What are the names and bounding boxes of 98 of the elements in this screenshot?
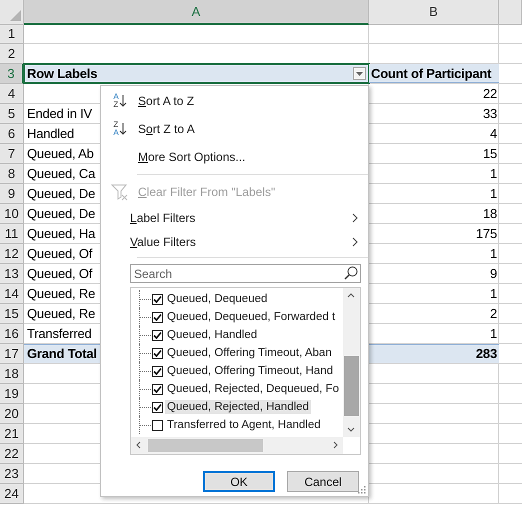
horizontal-scrollbar[interactable] <box>131 437 343 454</box>
menu-item[interactable]: Value Filters <box>101 230 368 254</box>
table-cell: Grand Total <box>27 346 97 361</box>
table-cell: Row Labels <box>27 66 98 81</box>
menu-item-label: Sort A to Z <box>138 94 194 108</box>
scroll-left-icon[interactable] <box>136 441 141 449</box>
menu-item[interactable]: More Sort Options... <box>101 143 368 171</box>
table-cell: Queued, De <box>27 206 96 221</box>
row-number[interactable]: 4 <box>0 84 24 104</box>
table-cell: Transferred <box>27 326 92 341</box>
table-cell-text: 1 <box>488 165 498 183</box>
table-cell: Queued, Re <box>27 306 96 321</box>
table-cell-text: 9 <box>488 265 498 283</box>
menu-item[interactable]: Z A Sort Z to A <box>101 115 368 143</box>
table-cell-text: 2 <box>488 305 498 323</box>
list-item[interactable]: Queued, Rejected, Handled <box>165 400 311 414</box>
checkbox[interactable] <box>152 384 163 394</box>
row-number[interactable]: 23 <box>0 464 24 484</box>
checkbox[interactable] <box>152 402 163 412</box>
row-number[interactable]: 14 <box>0 284 24 304</box>
checkbox[interactable] <box>152 330 163 340</box>
row-number[interactable]: 3 <box>0 64 24 84</box>
list-item[interactable]: Queued, Offering Timeout, Hand <box>165 364 335 378</box>
search-icon <box>344 266 358 280</box>
menu-item-label: Clear Filter From "Labels" <box>138 185 276 199</box>
list-item[interactable]: Queued, Rejected, Dequeued, Fo <box>165 382 341 396</box>
row-number[interactable]: 22 <box>0 444 24 464</box>
row-number[interactable]: 9 <box>0 184 24 204</box>
row-number[interactable]: 17 <box>0 344 24 364</box>
row-number[interactable]: 8 <box>0 164 24 184</box>
checkbox[interactable] <box>152 366 163 376</box>
table-cell-text: 15 <box>482 145 498 163</box>
table-cell-text: 1 <box>488 325 498 343</box>
row-number[interactable]: 15 <box>0 304 24 324</box>
checkbox[interactable] <box>152 294 163 304</box>
table-cell: Handled <box>27 126 74 141</box>
row-number[interactable]: 24 <box>0 484 24 504</box>
table-cell: 283 <box>369 344 499 363</box>
table-cell-text: 22 <box>482 85 498 103</box>
table-cell-text: 18 <box>482 205 498 223</box>
column-header[interactable]: B <box>369 0 499 25</box>
table-cell: Queued, Of <box>27 266 92 281</box>
table-cell-text: 1 <box>488 245 498 263</box>
dialog-button[interactable]: OK <box>203 471 275 492</box>
table-cell: Queued, De <box>27 186 96 201</box>
row-number[interactable]: 7 <box>0 144 24 164</box>
row-number[interactable]: 6 <box>0 124 24 144</box>
filter-dropdown-button[interactable] <box>353 67 366 80</box>
row-number[interactable]: 2 <box>0 44 24 64</box>
table-cell: Ended in IV <box>27 106 92 121</box>
checkbox[interactable] <box>152 420 163 430</box>
table-cell: Count of Participant <box>369 64 499 83</box>
vertical-scrollbar[interactable] <box>343 288 360 437</box>
table-cell-text: 175 <box>474 225 498 243</box>
table-cell-text: 1 <box>488 185 498 203</box>
row-number[interactable]: 18 <box>0 364 24 384</box>
caret-icon <box>356 72 363 76</box>
search-field[interactable]: Search <box>130 264 361 283</box>
table-cell: Queued, Re <box>27 286 96 301</box>
scroll-right-icon[interactable] <box>333 441 338 449</box>
row-number[interactable]: 16 <box>0 324 24 344</box>
list-item[interactable]: Transferred to Agent, Handled <box>165 418 323 432</box>
row-number[interactable]: 10 <box>0 204 24 224</box>
menu-item-label: More Sort Options... <box>138 150 246 164</box>
dialog-button[interactable]: Cancel <box>287 471 359 492</box>
row-number[interactable]: 11 <box>0 224 24 244</box>
menu-item-label: Label Filters <box>130 211 196 225</box>
table-cell: Queued, Ha <box>27 226 96 241</box>
row-number[interactable]: 12 <box>0 244 24 264</box>
menu-item[interactable]: Label Filters <box>101 206 368 230</box>
list-item[interactable]: Queued, Dequeued <box>165 292 270 306</box>
row-number[interactable]: 1 <box>0 24 24 44</box>
menu-item-label: Sort Z to A <box>138 122 195 136</box>
menu-item[interactable]: A Z Sort A to Z <box>101 87 368 115</box>
menu-item-label: Value Filters <box>130 235 196 249</box>
resize-grip-icon[interactable] <box>358 486 366 494</box>
column-header[interactable]: A <box>24 0 369 25</box>
scroll-up-icon[interactable] <box>347 293 355 298</box>
table-cell: Queued, Ab <box>27 146 94 161</box>
scroll-down-icon[interactable] <box>347 427 355 432</box>
row-number[interactable]: 5 <box>0 104 24 124</box>
row-number[interactable]: 20 <box>0 404 24 424</box>
table-cell: Queued, Of <box>27 246 92 261</box>
table-cell-text: 4 <box>488 125 498 143</box>
checkbox[interactable] <box>152 312 163 322</box>
table-cell: Queued, Ca <box>27 166 96 181</box>
chevron-right-icon <box>352 213 358 223</box>
list-item[interactable]: Queued, Offering Timeout, Aban <box>165 346 334 360</box>
row-number[interactable]: 13 <box>0 264 24 284</box>
table-cell-text: 1 <box>488 285 498 303</box>
row-number[interactable]: 19 <box>0 384 24 404</box>
chevron-right-icon <box>352 237 358 247</box>
selected-cell[interactable]: Row Labels <box>24 64 369 83</box>
table-cell-text: 33 <box>482 105 498 123</box>
list-item[interactable]: Queued, Handled <box>165 328 260 342</box>
list-item[interactable]: Queued, Dequeued, Forwarded t <box>165 310 338 324</box>
row-number[interactable]: 21 <box>0 424 24 444</box>
checkbox[interactable] <box>152 348 163 358</box>
